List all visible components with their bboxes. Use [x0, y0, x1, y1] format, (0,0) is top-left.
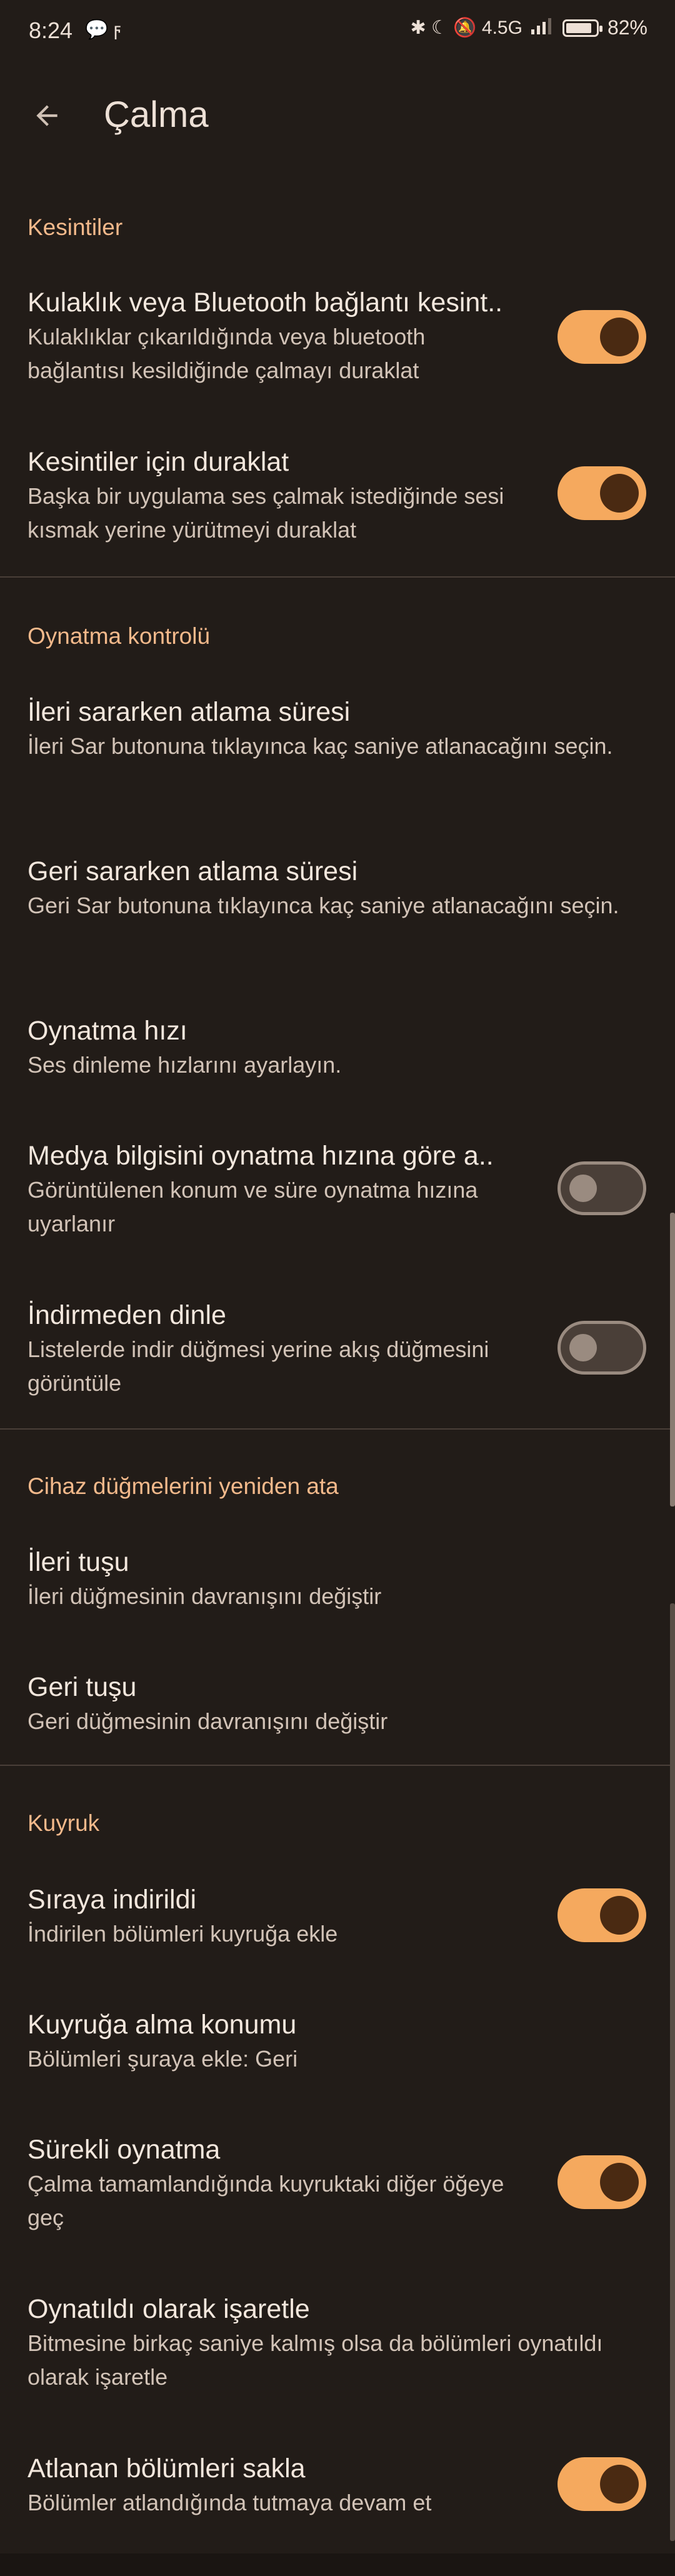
- setting-fast-forward-skip[interactable]: İleri sararken atlama süresi İleri Sar b…: [0, 691, 675, 816]
- setting-title: Geri sararken atlama süresi: [28, 856, 358, 886]
- section-header-queue: Kuyruk: [28, 1810, 100, 1836]
- back-button[interactable]: [19, 88, 75, 144]
- section-header-interruptions: Kesintiler: [28, 214, 123, 240]
- status-bar: 8:24 💬 ϝ ✱ ☾ 🔕 4.5G 82%: [0, 0, 675, 63]
- setting-title: Oynatma hızı: [28, 1016, 188, 1046]
- setting-subtitle: Bitmesine birkaç saniye kalmış olsa da b…: [28, 2330, 603, 2390]
- system-icons: ✱ ☾ 🔕 4.5G 82%: [411, 16, 648, 39]
- stream-switch[interactable]: [558, 1321, 646, 1375]
- setting-forward-key[interactable]: İleri tuşu İleri düğmesinin davranışını …: [0, 1541, 675, 1635]
- section-header-remap: Cihaz düğmelerini yeniden ata: [28, 1473, 339, 1499]
- setting-pause-interruptions[interactable]: Kesintiler için duraklat Başka bir uygul…: [0, 441, 675, 566]
- setting-title: İleri sararken atlama süresi: [28, 697, 351, 727]
- scrollbar-track[interactable]: [670, 1603, 675, 2541]
- setting-title: Sıraya indirildi: [28, 1885, 197, 1915]
- setting-title: Kulaklık veya Bluetooth bağlantı kesint.…: [28, 288, 503, 318]
- section-header-playback: Oynatma kontrolü: [28, 623, 211, 649]
- setting-title: Geri tuşu: [28, 1672, 137, 1702]
- setting-title: Atlanan bölümleri sakla: [28, 2453, 306, 2483]
- section-divider: [0, 1428, 675, 1430]
- section-divider: [0, 576, 675, 578]
- setting-subtitle: İleri Sar butonuna tıklayınca kaç saniye…: [28, 733, 613, 759]
- connectivity-icons: ✱ ☾ 🔕 4.5G: [410, 18, 522, 38]
- setting-mark-played[interactable]: Oynatıldı olarak işaretle Bitmesine birk…: [0, 2288, 675, 2413]
- battery-icon: [562, 19, 602, 37]
- status-time: 8:24: [29, 18, 73, 43]
- setting-title: Kuyruğa alma konumu: [28, 2010, 297, 2040]
- enqueue-switch[interactable]: [558, 1888, 646, 1942]
- setting-stream-without-download[interactable]: İndirmeden dinle Listelerde indir düğmes…: [0, 1294, 675, 1419]
- setting-subtitle: Ses dinleme hızlarını ayarlayın.: [28, 1052, 342, 1078]
- section-divider: [0, 1765, 675, 1766]
- page-title: Çalma: [104, 94, 209, 135]
- setting-rewind-skip[interactable]: Geri sararken atlama süresi Geri Sar but…: [0, 850, 675, 975]
- setting-subtitle: Kulaklıklar çıkarıldığında veya bluetoot…: [28, 324, 426, 383]
- scrollbar-thumb[interactable]: [670, 1213, 675, 1506]
- setting-media-info-speed[interactable]: Medya bilgisini oynatma hızına göre a.. …: [0, 1135, 675, 1260]
- setting-continuous-playback[interactable]: Sürekli oynatma Çalma tamamlandığında ku…: [0, 2128, 675, 2253]
- setting-keep-skipped[interactable]: Atlanan bölümleri sakla Bölümler atlandı…: [0, 2447, 675, 2541]
- notification-icons: 💬 ϝ: [85, 19, 121, 40]
- setting-subtitle: Çalma tamamlandığında kuyruktaki diğer ö…: [28, 2171, 504, 2230]
- signal-icon: [531, 17, 554, 39]
- setting-subtitle: Geri düğmesinin davranışını değiştir: [28, 1708, 388, 1734]
- headset-disconnect-switch[interactable]: [558, 310, 646, 364]
- setting-subtitle: Bölümleri şuraya ekle: Geri: [28, 2046, 298, 2072]
- setting-back-key[interactable]: Geri tuşu Geri düğmesinin davranışını de…: [0, 1666, 675, 1760]
- keep-skipped-switch[interactable]: [558, 2457, 646, 2511]
- setting-subtitle: İleri düğmesinin davranışını değiştir: [28, 1583, 382, 1609]
- setting-subtitle: Görüntülenen konum ve süre oynatma hızın…: [28, 1177, 478, 1236]
- continuous-playback-switch[interactable]: [558, 2155, 646, 2209]
- setting-title: Sürekli oynatma: [28, 2135, 221, 2165]
- setting-title: İndirmeden dinle: [28, 1300, 226, 1330]
- battery-percent: 82%: [607, 16, 648, 39]
- pause-interruptions-switch[interactable]: [558, 466, 646, 520]
- setting-subtitle: Geri Sar butonuna tıklayınca kaç saniye …: [28, 893, 619, 918]
- setting-headset-disconnect[interactable]: Kulaklık veya Bluetooth bağlantı kesint.…: [0, 281, 675, 406]
- navigation-bar: [0, 2553, 675, 2576]
- arrow-left-icon: [36, 105, 58, 126]
- setting-title: İleri tuşu: [28, 1547, 129, 1577]
- media-info-speed-switch[interactable]: [558, 1161, 646, 1215]
- setting-subtitle: Listelerde indir düğmesi yerine akış düğ…: [28, 1336, 489, 1396]
- setting-subtitle: Başka bir uygulama ses çalmak istediğind…: [28, 483, 504, 543]
- setting-enqueue-downloaded[interactable]: Sıraya indirildi İndirilen bölümleri kuy…: [0, 1878, 675, 1972]
- setting-title: Medya bilgisini oynatma hızına göre a..: [28, 1141, 494, 1171]
- setting-title: Oynatıldı olarak işaretle: [28, 2294, 310, 2324]
- setting-enqueue-location[interactable]: Kuyruğa alma konumu Bölümleri şuraya ekl…: [0, 2003, 675, 2097]
- setting-subtitle: Bölümler atlandığında tutmaya devam et: [28, 2490, 432, 2515]
- app-bar: Çalma: [0, 63, 675, 169]
- setting-subtitle: İndirilen bölümleri kuyruğa ekle: [28, 1921, 338, 1947]
- setting-title: Kesintiler için duraklat: [28, 447, 289, 477]
- setting-playback-speed[interactable]: Oynatma hızı Ses dinleme hızlarını ayarl…: [0, 1010, 675, 1103]
